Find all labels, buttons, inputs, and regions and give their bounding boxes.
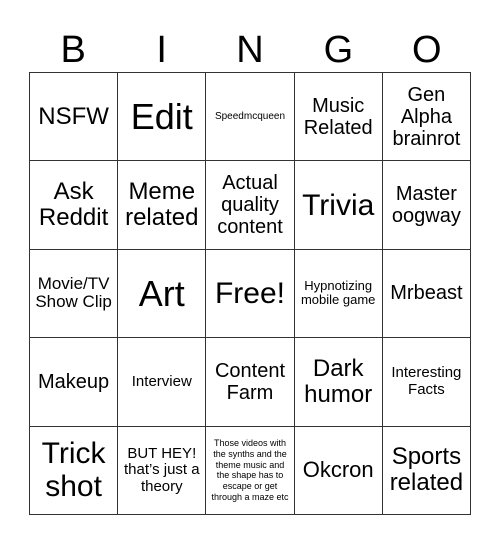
bingo-cell-r3c1[interactable]: Movie/TV Show Clip — [30, 249, 119, 339]
bingo-cell-r3c4[interactable]: Hypnotizing mobile game — [294, 249, 383, 339]
header-letter-n: N — [236, 29, 264, 71]
header-letter-g: G — [323, 29, 354, 71]
bingo-cell-r5c2[interactable]: BUT HEY! that’s just a theory — [118, 426, 207, 515]
bingo-cell-r5c5[interactable]: Sports related — [382, 426, 471, 515]
bingo-cell-r3c2[interactable]: Art — [118, 249, 207, 339]
bingo-cell-r4c2[interactable]: Interview — [118, 338, 207, 427]
header-letter-o: O — [412, 29, 442, 71]
bingo-cell-r4c3[interactable]: Content Farm — [206, 338, 295, 427]
header-letter-i: I — [156, 29, 167, 71]
bingo-cell-r5c1[interactable]: Trick shot — [30, 426, 119, 515]
bingo-cell-r1c3[interactable]: Speedmcqueen — [206, 73, 295, 162]
bingo-cell-r1c4[interactable]: Music Related — [294, 73, 383, 162]
bingo-cell-r5c3[interactable]: Those videos with the synths and the the… — [206, 426, 295, 515]
bingo-cell-r2c3[interactable]: Actual quality content — [206, 161, 295, 250]
bingo-cell-r1c5[interactable]: Gen Alpha brainrot — [382, 73, 471, 162]
bingo-cell-r1c1[interactable]: NSFW — [30, 73, 119, 162]
bingo-cell-r2c1[interactable]: Ask Reddit — [30, 161, 119, 250]
bingo-cell-r4c1[interactable]: Makeup — [30, 338, 119, 427]
bingo-header: B I N G O — [29, 28, 471, 72]
bingo-cell-r5c4[interactable]: Okcron — [294, 426, 383, 515]
bingo-cell-r4c4[interactable]: Dark humor — [294, 338, 383, 427]
bingo-cell-r2c5[interactable]: Master oogway — [382, 161, 471, 250]
bingo-cell-r2c4[interactable]: Trivia — [294, 161, 383, 250]
header-letter-b: B — [60, 29, 86, 71]
bingo-cell-r4c5[interactable]: Interesting Facts — [382, 338, 471, 427]
bingo-cell-r1c2[interactable]: Edit — [118, 73, 207, 162]
bingo-cell-free[interactable]: Free! — [206, 249, 295, 339]
bingo-cell-r2c2[interactable]: Meme related — [118, 161, 207, 250]
bingo-grid: NSFW Edit Speedmcqueen Music Related Gen… — [29, 72, 471, 515]
bingo-cell-r3c5[interactable]: Mrbeast — [382, 249, 471, 339]
